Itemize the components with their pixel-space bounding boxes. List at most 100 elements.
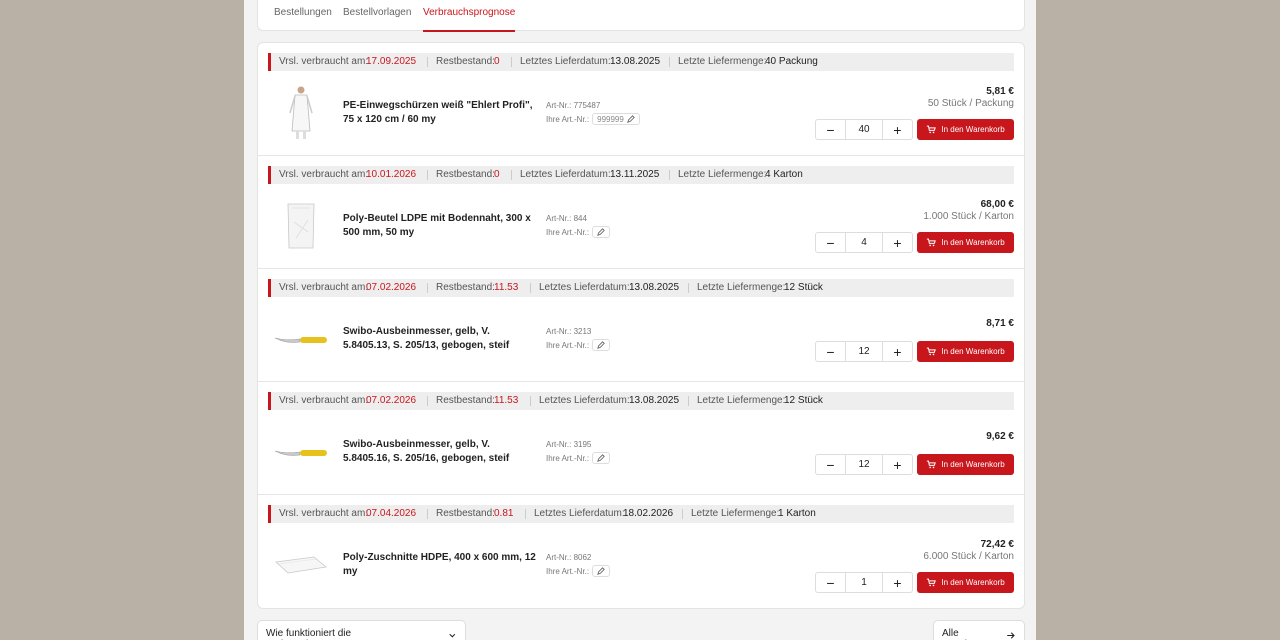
decrease-button[interactable]: −	[816, 120, 845, 139]
add-to-cart-button[interactable]: In den Warenkorb	[917, 232, 1014, 253]
divider	[525, 509, 526, 519]
own-art-nr-edit[interactable]	[592, 226, 611, 238]
tab-bestellungen[interactable]: Bestellungen	[274, 5, 332, 32]
product-image[interactable]	[274, 309, 328, 369]
art-nr-label: Art-Nr.:	[546, 553, 572, 562]
own-art-nr-edit[interactable]	[592, 339, 611, 351]
unit-info: 50 Stück / Packung	[927, 98, 1014, 109]
product-image[interactable]	[274, 83, 328, 143]
quantity-input[interactable]: 12	[845, 342, 883, 361]
decrease-button[interactable]: −	[816, 573, 845, 592]
add-to-cart-label: In den Warenkorb	[941, 125, 1005, 134]
divider	[427, 283, 428, 293]
pencil-icon	[597, 341, 605, 349]
quantity-stepper: − 12 +	[815, 341, 913, 362]
own-art-nr-label: Ihre Art.-Nr.:	[546, 340, 590, 350]
chevron-down-icon	[449, 633, 456, 638]
add-to-cart-label: In den Warenkorb	[941, 238, 1005, 247]
own-art-nr-edit[interactable]	[592, 565, 611, 577]
forecast-help-button[interactable]: Wie funktioniert die Verbrauchsprognose?	[257, 620, 466, 640]
decrease-button[interactable]: −	[816, 455, 845, 474]
quantity-stepper: − 12 +	[815, 454, 913, 475]
art-nr-value: 3195	[573, 440, 592, 449]
consumed-label: Vrsl. verbraucht am:	[279, 169, 369, 180]
add-to-cart-button[interactable]: In den Warenkorb	[917, 572, 1014, 593]
product-name[interactable]: PE-Einwegschürzen weiß "Ehlert Profi", 7…	[343, 99, 538, 127]
add-to-cart-button[interactable]: In den Warenkorb	[917, 341, 1014, 362]
cart-icon	[927, 460, 937, 469]
consumed-value: 17.09.2025	[366, 56, 417, 67]
increase-button[interactable]: +	[883, 455, 912, 474]
consumed-value: 07.04.2026	[366, 508, 417, 519]
own-art-nr-value: 999999	[597, 114, 624, 124]
price: 8,71 €	[986, 318, 1014, 329]
article-number: Art-Nr.: 3213	[546, 327, 591, 336]
decrease-button[interactable]: −	[816, 233, 845, 252]
apron-image	[289, 86, 313, 139]
tab-verbrauchsprognose[interactable]: Verbrauchsprognose	[423, 5, 516, 32]
increase-button[interactable]: +	[883, 573, 912, 592]
article-number: Art-Nr.: 844	[546, 214, 587, 223]
stock-label: Restbestand:	[436, 508, 495, 519]
show-all-button[interactable]: Alle Anzeigen	[933, 620, 1025, 640]
last-qty-value: 12 Stück	[784, 395, 823, 406]
quantity-input[interactable]: 4	[845, 233, 883, 252]
art-nr-label: Art-Nr.:	[546, 327, 572, 336]
own-art-nr-edit[interactable]	[592, 452, 611, 464]
product-image[interactable]	[274, 535, 328, 595]
quantity-stepper: − 4 +	[815, 232, 913, 253]
last-qty-label: Letzte Liefermenge:	[697, 395, 786, 406]
own-art-nr-label: Ihre Art.-Nr.:	[546, 453, 590, 463]
increase-button[interactable]: +	[883, 342, 912, 361]
art-nr-value: 775487	[573, 101, 601, 110]
product-name[interactable]: Swibo-Ausbeinmesser, gelb, V. 5.8405.16,…	[343, 438, 538, 466]
quantity-input[interactable]: 1	[845, 573, 883, 592]
increase-button[interactable]: +	[883, 233, 912, 252]
quantity-input[interactable]: 12	[845, 455, 883, 474]
price: 9,62 €	[986, 431, 1014, 442]
tab-bestellvorlagen[interactable]: Bestellvorlagen	[343, 5, 411, 32]
last-date-value: 13.08.2025	[629, 395, 680, 406]
last-qty-label: Letzte Liefermenge:	[678, 169, 767, 180]
quantity-input[interactable]: 40	[845, 120, 883, 139]
knife-image	[274, 337, 327, 343]
product-name[interactable]: Poly-Zuschnitte HDPE, 400 x 600 mm, 12 m…	[343, 551, 538, 579]
decrease-button[interactable]: −	[816, 342, 845, 361]
own-article-number: Ihre Art.-Nr.:	[546, 339, 611, 351]
stock-value: 11.53	[494, 395, 519, 406]
art-nr-label: Art-Nr.:	[546, 214, 572, 223]
pencil-icon	[597, 567, 605, 575]
quantity-stepper: − 1 +	[815, 572, 913, 593]
product-name[interactable]: Swibo-Ausbeinmesser, gelb, V. 5.8405.13,…	[343, 325, 538, 353]
increase-button[interactable]: +	[883, 120, 912, 139]
add-to-cart-button[interactable]: In den Warenkorb	[917, 454, 1014, 475]
cart-icon	[927, 347, 937, 356]
art-nr-value: 8062	[573, 553, 592, 562]
consumed-label: Vrsl. verbraucht am:	[279, 282, 369, 293]
own-art-nr-label: Ihre Art.-Nr.:	[546, 566, 590, 576]
last-qty-value: 40 Packung	[765, 56, 818, 67]
product-image[interactable]	[274, 422, 328, 482]
art-nr-label: Art-Nr.:	[546, 440, 572, 449]
list-item: Vrsl. verbraucht am: 10.01.2026 Restbest…	[258, 156, 1024, 269]
product-image[interactable]	[274, 196, 328, 256]
last-qty-value: 12 Stück	[784, 282, 823, 293]
product-name[interactable]: Poly-Beutel LDPE mit Bodennaht, 300 x 50…	[343, 212, 538, 240]
price: 5,81 €	[986, 86, 1014, 97]
divider	[688, 283, 689, 293]
article-number: Art-Nr.: 8062	[546, 553, 591, 562]
add-to-cart-button[interactable]: In den Warenkorb	[917, 119, 1014, 140]
consumed-value: 07.02.2026	[366, 282, 417, 293]
sheet-image	[275, 556, 327, 574]
own-art-nr-edit[interactable]: 999999	[592, 113, 640, 125]
cart-icon	[927, 125, 937, 134]
divider	[530, 396, 531, 406]
last-date-label: Letztes Lieferdatum:	[539, 282, 630, 293]
stock-value: 0	[494, 169, 500, 180]
own-article-number: Ihre Art.-Nr.:	[546, 565, 611, 577]
last-date-value: 13.08.2025	[610, 56, 661, 67]
divider	[669, 57, 670, 67]
pencil-icon	[626, 115, 635, 123]
stock-label: Restbestand:	[436, 395, 495, 406]
arrow-right-icon	[1007, 632, 1016, 639]
